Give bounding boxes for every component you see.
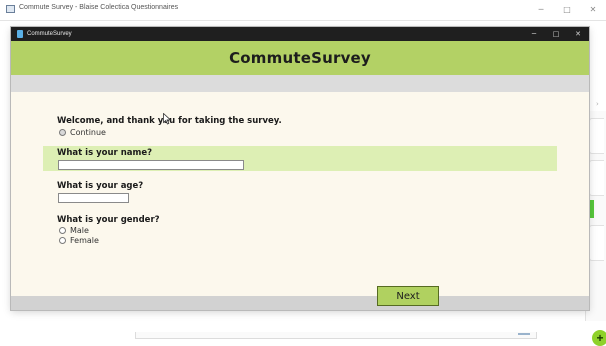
outer-maximize-button[interactable]: □ bbox=[554, 0, 580, 20]
dialog-app-icon bbox=[17, 30, 23, 38]
dialog-controls: ─ □ ✕ bbox=[523, 27, 589, 41]
background-side-card bbox=[589, 160, 604, 196]
age-question: What is your age? bbox=[57, 181, 144, 191]
female-option[interactable]: Female bbox=[59, 236, 99, 245]
chevron-right-icon[interactable]: › bbox=[596, 100, 599, 108]
continue-option[interactable]: Continue bbox=[59, 128, 106, 137]
outer-window-controls: ─ □ ✕ bbox=[528, 0, 606, 20]
outer-minimize-button[interactable]: ─ bbox=[528, 0, 554, 20]
continue-label: Continue bbox=[70, 128, 106, 137]
survey-banner: CommuteSurvey bbox=[11, 41, 589, 75]
background-bottom-strip bbox=[135, 332, 537, 339]
outer-window-title: Commute Survey - Blaise Colectica Questi… bbox=[19, 4, 179, 11]
add-button[interactable]: + bbox=[592, 330, 606, 346]
survey-dialog: CommuteSurvey ─ □ ✕ CommuteSurvey Welcom… bbox=[11, 27, 589, 310]
dialog-titlebar: CommuteSurvey ─ □ ✕ bbox=[11, 27, 589, 41]
survey-footer bbox=[11, 296, 589, 310]
survey-subbar bbox=[11, 75, 589, 92]
name-input[interactable] bbox=[58, 160, 244, 170]
outer-close-button[interactable]: ✕ bbox=[580, 0, 606, 20]
name-question: What is your name? bbox=[57, 148, 153, 158]
gender-question: What is your gender? bbox=[57, 215, 160, 225]
female-label: Female bbox=[70, 236, 99, 245]
background-side-card bbox=[589, 225, 604, 261]
survey-title: CommuteSurvey bbox=[229, 49, 371, 67]
continue-radio[interactable] bbox=[59, 129, 66, 136]
background-green-tab[interactable] bbox=[590, 200, 594, 218]
male-option[interactable]: Male bbox=[59, 226, 89, 235]
dialog-close-button[interactable]: ✕ bbox=[567, 27, 589, 41]
male-label: Male bbox=[70, 226, 89, 235]
age-input[interactable] bbox=[58, 193, 129, 203]
app-window-icon bbox=[6, 5, 15, 13]
background-side-card bbox=[589, 118, 604, 154]
dialog-title: CommuteSurvey bbox=[27, 31, 72, 37]
dialog-maximize-button[interactable]: □ bbox=[545, 27, 567, 41]
female-radio[interactable] bbox=[59, 237, 66, 244]
survey-content: Welcome, and thank you for taking the su… bbox=[11, 92, 589, 296]
background-strip-marker bbox=[518, 333, 530, 335]
outer-titlebar: Commute Survey - Blaise Colectica Questi… bbox=[0, 0, 606, 21]
mouse-cursor-icon bbox=[163, 113, 172, 125]
male-radio[interactable] bbox=[59, 227, 66, 234]
dialog-minimize-button[interactable]: ─ bbox=[523, 27, 545, 41]
next-button[interactable]: Next bbox=[377, 286, 439, 306]
